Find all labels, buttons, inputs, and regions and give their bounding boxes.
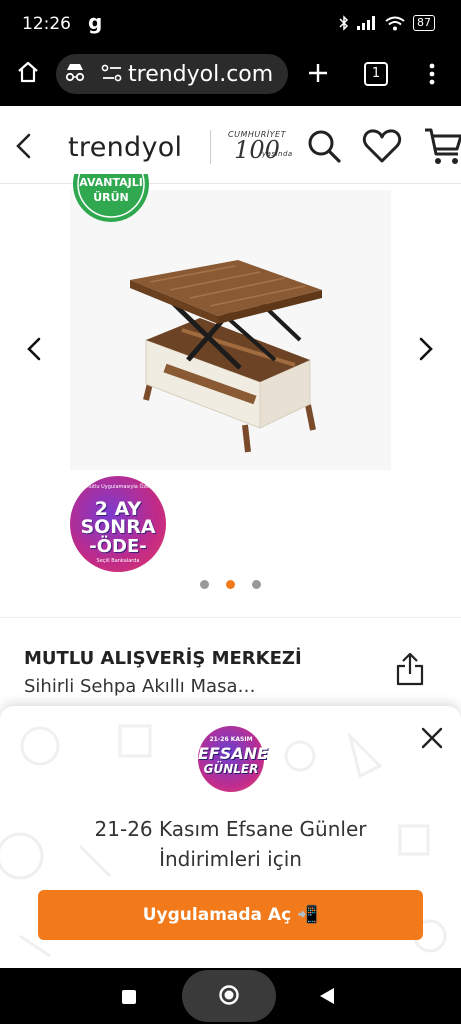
- back-triangle-icon[interactable]: [318, 986, 336, 1006]
- more-icon[interactable]: [428, 62, 436, 86]
- avantajli-urun-badge: AVANTAJLI ÜRÜN: [73, 174, 149, 222]
- home-circle-icon[interactable]: [218, 984, 240, 1006]
- battery-icon: 87: [413, 15, 435, 31]
- home-icon[interactable]: [16, 60, 40, 84]
- tabs-icon[interactable]: 1: [364, 62, 388, 86]
- badge-2ay-foot: Seçili Bankalarda: [96, 558, 140, 564]
- cumhuriyet-sub: yaşında: [262, 150, 293, 158]
- badge-avantaj-line2: ÜRÜN: [93, 190, 129, 204]
- browser-toolbar: trendyol.com 1: [0, 50, 461, 106]
- share-icon[interactable]: [396, 652, 424, 686]
- badge-2ay-small: Mutlu Uygulamasıyla Özel: [85, 484, 151, 490]
- wifi-icon: [385, 16, 405, 30]
- 2-ay-sonra-ode-badge: Mutlu Uygulamasıyla Özel 2 AY SONRA -ÖDE…: [70, 476, 166, 572]
- coffee-table-illustration: [70, 190, 391, 470]
- site-settings-icon[interactable]: [101, 64, 123, 82]
- popup-line-2: İndirimleri için: [159, 847, 302, 871]
- badge-2ay-ode: -ÖDE-: [89, 536, 147, 557]
- status-time: 12:26: [22, 14, 71, 34]
- favorites-heart-icon[interactable]: [362, 128, 402, 164]
- logo-divider: [210, 130, 211, 164]
- open-in-app-button[interactable]: Uygulamada Aç 📲: [38, 890, 423, 940]
- badge-avantaj-line1: AVANTAJLI: [79, 176, 143, 189]
- campaign-title: EFSANE: [198, 744, 269, 763]
- gallery-pagination: [200, 580, 261, 589]
- gallery-dot-active[interactable]: [226, 580, 235, 589]
- status-bar: 12:26 g 87: [0, 0, 461, 50]
- search-icon[interactable]: [306, 128, 342, 164]
- bluetooth-icon: [339, 15, 349, 31]
- cumhuriyet-100-logo: CUMHURİYET 100 yaşında: [226, 130, 292, 162]
- url-text[interactable]: trendyol.com: [128, 62, 273, 87]
- system-nav-bar: [0, 968, 461, 1024]
- product-name: Sihirli Sehpa Akıllı Masa…: [24, 676, 256, 697]
- back-icon[interactable]: [14, 132, 34, 160]
- popup-message: 21-26 Kasım Efsane Günler İndirimleri iç…: [0, 814, 461, 874]
- cart-icon[interactable]: [424, 126, 461, 166]
- recents-icon[interactable]: [122, 990, 136, 1004]
- gallery-dot[interactable]: [200, 580, 209, 589]
- incognito-icon: [65, 64, 85, 82]
- efsane-gunler-logo: 21-26 KASIM EFSANE GÜNLER: [198, 726, 269, 792]
- app-header: trendyol CUMHURİYET 100 yaşında: [0, 106, 461, 184]
- product-info: MUTLU ALIŞVERİŞ MERKEZİ Sihirli Sehpa Ak…: [0, 618, 461, 708]
- campaign-subtitle: GÜNLER: [203, 762, 259, 776]
- popup-line-1: 21-26 Kasım Efsane Günler: [94, 817, 367, 841]
- carrier-icon: g: [88, 10, 103, 34]
- signal-icon: [357, 16, 375, 30]
- prev-image-chevron-icon[interactable]: [24, 336, 44, 362]
- next-image-chevron-icon[interactable]: [416, 336, 436, 362]
- brand-name[interactable]: MUTLU ALIŞVERİŞ MERKEZİ: [24, 648, 302, 669]
- trendyol-logo[interactable]: trendyol: [68, 132, 182, 163]
- campaign-dates: 21-26 KASIM: [209, 736, 253, 743]
- product-image[interactable]: [70, 190, 391, 470]
- product-gallery[interactable]: AVANTAJLI ÜRÜN Mutlu Uygulamasıyla Özel …: [0, 174, 461, 618]
- badge-2ay-main: 2 AY SONRA: [80, 498, 156, 538]
- new-tab-icon[interactable]: [307, 62, 329, 84]
- app-promo-popup: 21-26 KASIM EFSANE GÜNLER 21-26 Kasım Ef…: [0, 706, 461, 968]
- close-icon[interactable]: [420, 726, 444, 750]
- gallery-dot[interactable]: [252, 580, 261, 589]
- status-icons: 87: [339, 15, 435, 31]
